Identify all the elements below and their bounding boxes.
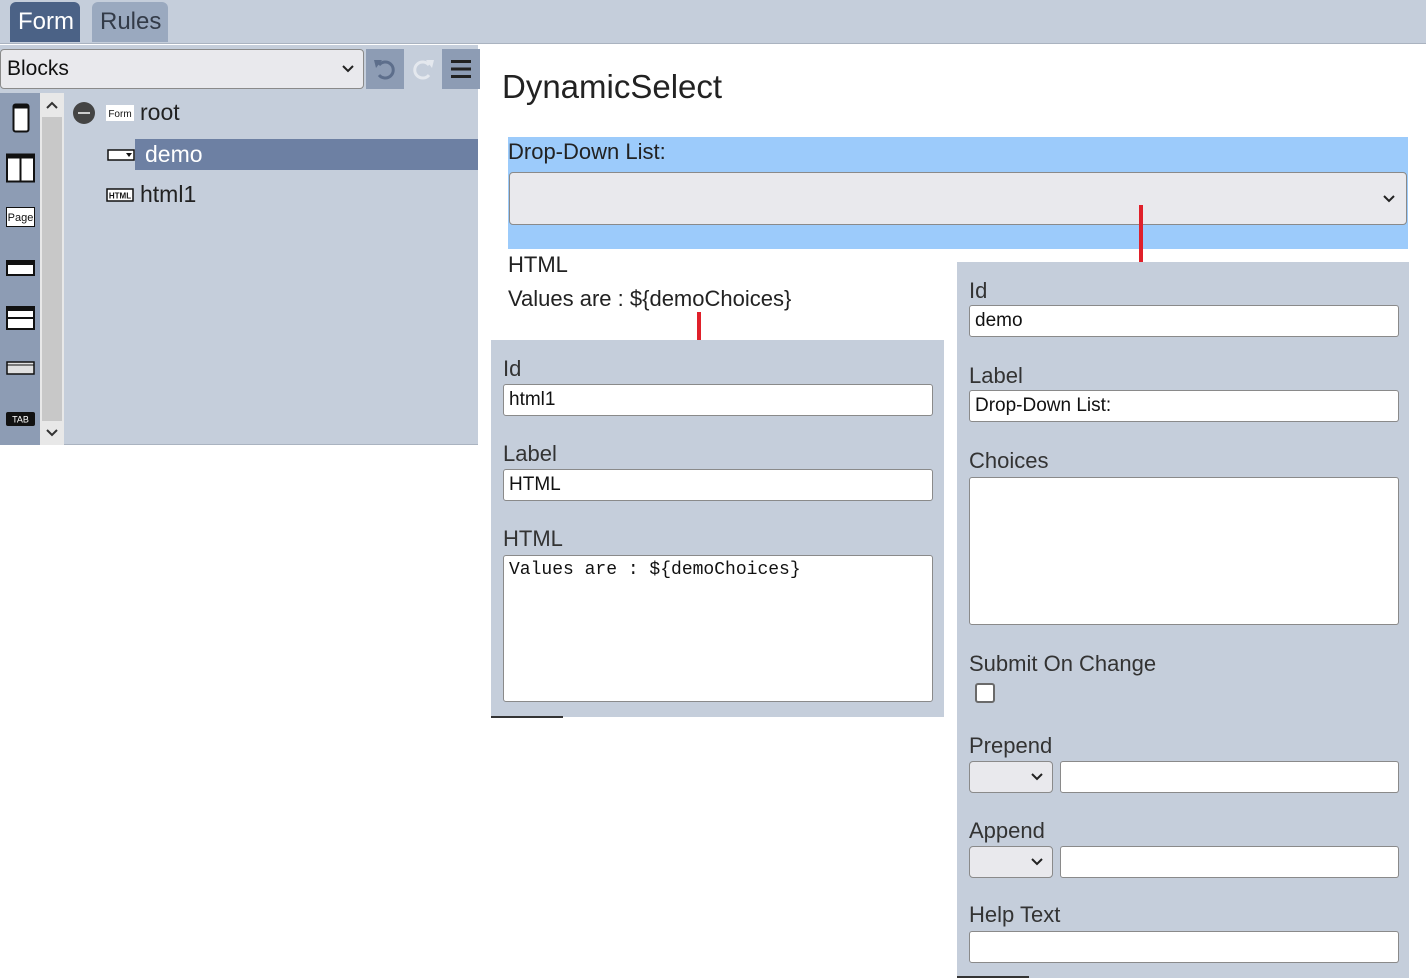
undo-button[interactable]	[366, 49, 404, 89]
undo-icon	[374, 60, 395, 80]
dynamic-select-block[interactable]: Drop-Down List:	[508, 137, 1408, 249]
id-label: Id	[969, 278, 988, 303]
help-text-field[interactable]	[969, 931, 1399, 963]
tree-item-label: demo	[145, 141, 203, 167]
tree-item-demo[interactable]: demo	[107, 139, 478, 170]
dropdown-icon	[107, 148, 135, 161]
block-palette: Page TAB	[0, 93, 40, 445]
redo-button[interactable]	[404, 49, 442, 89]
html-icon: HTML	[106, 187, 134, 202]
header-section-icon[interactable]	[6, 305, 35, 331]
html-block-content[interactable]: Values are : ${demoChoices}	[508, 286, 791, 312]
menu-button[interactable]	[442, 49, 480, 89]
chevron-up-icon[interactable]	[40, 93, 64, 117]
tree-item-root[interactable]: Form root	[72, 97, 478, 128]
select-block-label: Drop-Down List:	[508, 139, 666, 164]
prepend-field[interactable]	[1060, 761, 1399, 793]
blocks-panel: Blocks Page TAB Form root demo HTML html…	[0, 45, 480, 445]
label-label: Label	[503, 441, 557, 466]
id-label: Id	[503, 356, 522, 381]
html-label: HTML	[503, 526, 563, 551]
select-properties-panel: Id demo Label Drop-Down List: Choices Su…	[957, 262, 1409, 978]
choices-label: Choices	[969, 448, 1049, 473]
chevron-down-icon	[1030, 767, 1044, 792]
id-field[interactable]: html1	[503, 384, 933, 416]
redo-icon	[413, 60, 434, 80]
chevron-down-icon	[1382, 187, 1396, 216]
tab-icon[interactable]: TAB	[6, 411, 35, 427]
collapse-icon[interactable]	[72, 101, 96, 125]
form-icon-text: Form	[108, 109, 131, 120]
page-title: DynamicSelect	[502, 68, 723, 105]
id-field[interactable]: demo	[969, 305, 1399, 337]
submit-on-change-checkbox[interactable]	[975, 683, 995, 703]
scrollbar-thumb[interactable]	[42, 117, 62, 421]
html-properties-panel: Id html1 Label HTML HTML Values are : ${…	[491, 340, 944, 717]
panel-underline	[491, 716, 563, 718]
single-column-icon[interactable]	[6, 101, 35, 135]
label-label: Label	[969, 363, 1023, 388]
html-block-label[interactable]: HTML	[508, 252, 568, 278]
tab-rules[interactable]: Rules	[92, 2, 168, 42]
label-field[interactable]: Drop-Down List:	[969, 390, 1399, 422]
chevron-down-icon[interactable]	[40, 421, 64, 445]
tab-icon-text: TAB	[12, 415, 29, 425]
input-block-icon[interactable]	[6, 360, 35, 376]
tree-item-label: html1	[140, 181, 197, 207]
block-tree: Form root demo HTML html1	[64, 93, 478, 445]
label-field[interactable]: HTML	[503, 469, 933, 501]
submit-on-change-label: Submit On Change	[969, 651, 1157, 676]
dropdown-preview[interactable]	[509, 172, 1407, 225]
blocks-select-value: Blocks	[7, 57, 69, 80]
tree-item-label: root	[140, 99, 180, 125]
page-icon[interactable]: Page	[6, 205, 35, 229]
page-icon-text: Page	[8, 212, 34, 224]
two-column-icon[interactable]	[6, 151, 35, 185]
section-icon[interactable]	[6, 258, 35, 278]
prepend-select[interactable]	[969, 761, 1053, 793]
html-icon-text: HTML	[109, 191, 131, 200]
prepend-label: Prepend	[969, 733, 1053, 758]
append-label: Append	[969, 818, 1045, 843]
palette-scrollbar[interactable]	[40, 93, 64, 445]
blocks-select[interactable]: Blocks	[0, 49, 364, 89]
html-textarea[interactable]: Values are : ${demoChoices}	[503, 555, 933, 702]
choices-textarea[interactable]	[969, 477, 1399, 625]
top-bar: Form Rules	[0, 0, 1426, 44]
append-field[interactable]	[1060, 846, 1399, 878]
tab-form[interactable]: Form	[10, 2, 80, 42]
tree-item-html1[interactable]: HTML html1	[106, 179, 406, 210]
form-icon: Form	[106, 104, 134, 121]
chevron-down-icon	[1030, 852, 1044, 877]
hamburger-menu-icon	[451, 60, 471, 78]
append-select[interactable]	[969, 846, 1053, 878]
help-text-label: Help Text	[969, 902, 1061, 927]
